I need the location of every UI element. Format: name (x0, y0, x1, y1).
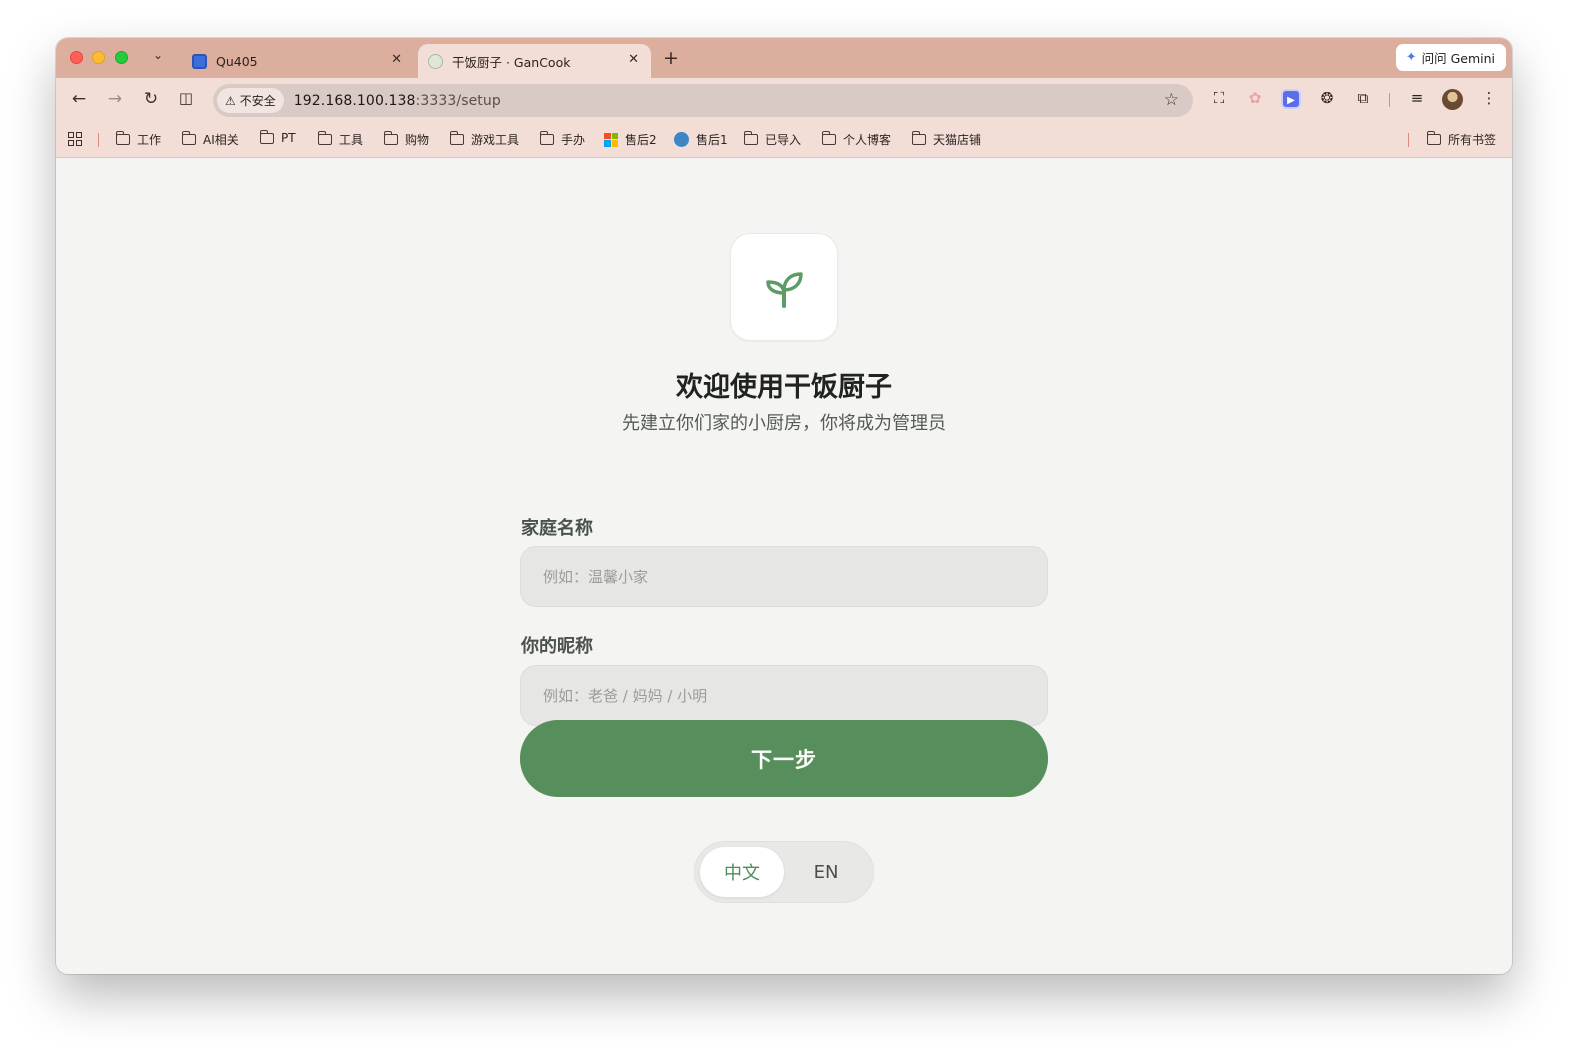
url-text[interactable]: 192.168.100.138:3333/setup (294, 93, 501, 109)
address-bar[interactable]: ⚠ 不安全 192.168.100.138:3333/setup ☆ (213, 84, 1193, 117)
close-window-button[interactable] (70, 51, 83, 64)
next-step-button[interactable]: 下一步 (520, 720, 1048, 797)
extensions-icon[interactable]: ⧉ (1353, 89, 1373, 109)
url-host: 192.168.100.138 (293, 92, 416, 109)
all-bookmarks-folder[interactable]: 所有书签 (1426, 131, 1497, 148)
app-logo (730, 233, 838, 341)
ask-gemini-button[interactable]: ✦ 问问 Gemini (1395, 44, 1506, 71)
folder-icon (115, 131, 130, 145)
bookmark-label: 天猫店铺 (933, 133, 982, 147)
sharepoint-icon (674, 132, 689, 147)
browser-toolbar: ← → ↻ ◫ ⚠ 不安全 192.168.100.138:3333/setup… (56, 78, 1512, 122)
bookmark-label: 游戏工具 (471, 133, 520, 147)
bookmark-folder[interactable]: 已导入 (743, 131, 802, 148)
qu405-favicon-icon (192, 53, 207, 69)
bookmark-folder[interactable]: PT (259, 129, 296, 145)
setup-page: 欢迎使用干饭厨子 先建立你们家的小厨房，你将成为管理员 家庭名称 你的昵称 下一… (56, 159, 1512, 974)
bookmark-folder[interactable]: 工具 (317, 131, 364, 148)
folder-icon (449, 131, 464, 145)
forward-icon[interactable]: → (105, 89, 125, 109)
tab-gancook[interactable]: 干饭厨子 · GanCook ✕ (418, 44, 651, 78)
tab-title: Qu405 (216, 53, 258, 69)
bookmark-label: 工作 (137, 133, 162, 147)
bookmarks-bar: 工作 AI相关 PT 工具 购物 游戏工具 手办 售后2 售后1 已导入 个人博… (56, 122, 1512, 158)
bookmark-folder[interactable]: 手办 (539, 131, 586, 148)
bookmark-label: 个人博客 (843, 133, 892, 147)
family-name-label: 家庭名称 (521, 518, 593, 539)
bookmark-folder[interactable]: 个人博客 (821, 131, 892, 148)
bookmark-link[interactable]: 售后2 (604, 131, 657, 148)
openai-extension-icon[interactable]: ❂ (1317, 89, 1337, 109)
new-tab-plus-icon[interactable]: + (663, 47, 679, 69)
page-title: 欢迎使用干饭厨子 (676, 372, 892, 403)
bookmark-label: 购物 (405, 133, 430, 147)
bookmark-label: 手办 (561, 133, 586, 147)
bookmark-label: PT (281, 131, 296, 145)
bookmark-star-icon[interactable]: ☆ (1164, 90, 1179, 110)
tab-qu405[interactable]: Qu405 ✕ (182, 44, 414, 78)
folder-icon (1426, 131, 1441, 145)
close-tab-icon[interactable]: ✕ (391, 52, 402, 67)
folder-icon (539, 131, 554, 145)
microsoft-logo-icon (604, 132, 618, 147)
security-label: 不安全 (239, 94, 276, 108)
pink-extension-icon[interactable]: ✿ (1245, 89, 1265, 109)
bookmark-label: 已导入 (765, 133, 802, 147)
back-icon[interactable]: ← (69, 89, 89, 109)
tab-strip: ⌄ Qu405 ✕ 干饭厨子 · GanCook ✕ + ✦ 问问 Gemini (56, 38, 1512, 78)
bookmarks-divider (1408, 133, 1409, 147)
bookmark-label: 售后1 (696, 133, 728, 147)
toolbar-divider (1389, 93, 1390, 107)
url-path: :3333/setup (415, 92, 501, 109)
bookmark-folder[interactable]: AI相关 (181, 131, 239, 148)
folder-icon (911, 131, 926, 145)
maximize-window-button[interactable] (115, 51, 128, 64)
folder-icon (383, 131, 398, 145)
tab-search-chevron-icon[interactable]: ⌄ (153, 48, 169, 66)
lang-option-zh[interactable]: 中文 (700, 847, 784, 897)
apps-grid-icon[interactable] (68, 132, 82, 146)
folder-icon (743, 131, 758, 145)
browser-window: ⌄ Qu405 ✕ 干饭厨子 · GanCook ✕ + ✦ 问问 Gemini… (56, 38, 1512, 974)
gancook-favicon-icon (428, 53, 443, 69)
nickname-label: 你的昵称 (521, 636, 593, 657)
minimize-window-button[interactable] (92, 51, 105, 64)
folder-icon (181, 131, 196, 145)
tab-title: 干饭厨子 · GanCook (452, 54, 571, 70)
bookmark-label: 所有书签 (1448, 133, 1497, 147)
folder-icon (821, 131, 836, 145)
bookmark-folder[interactable]: 工作 (115, 131, 162, 148)
profile-avatar[interactable] (1442, 89, 1463, 110)
folder-icon (317, 131, 332, 145)
family-name-input[interactable] (520, 546, 1048, 607)
nickname-input[interactable] (520, 665, 1048, 726)
gemini-label: 问问 Gemini (1421, 51, 1495, 66)
folder-icon (259, 129, 274, 144)
lang-option-en[interactable]: EN (784, 847, 868, 897)
reading-list-icon[interactable]: ≡ (1407, 89, 1427, 109)
bookmark-folder[interactable]: 游戏工具 (449, 131, 520, 148)
security-chip[interactable]: ⚠ 不安全 (217, 88, 284, 113)
bookmarks-divider (98, 133, 99, 147)
bookmark-label: AI相关 (203, 133, 239, 147)
bookmark-label: 售后2 (625, 133, 657, 147)
screenshot-extension-icon[interactable]: ⛶ (1209, 89, 1229, 109)
menu-icon[interactable]: ⋮ (1479, 89, 1499, 109)
page-subtitle: 先建立你们家的小厨房，你将成为管理员 (622, 413, 946, 434)
video-extension-icon[interactable]: ▶ (1281, 89, 1301, 109)
bookmark-folder[interactable]: 购物 (383, 131, 430, 148)
sprout-icon (766, 272, 803, 308)
bookmark-folder[interactable]: 天猫店铺 (911, 131, 982, 148)
split-view-icon[interactable]: ◫ (176, 89, 196, 107)
bookmark-label: 工具 (339, 133, 364, 147)
language-toggle: 中文 EN (694, 841, 874, 903)
warning-icon: ⚠ (225, 93, 236, 108)
bookmark-link[interactable]: 售后1 (674, 131, 728, 148)
close-tab-icon[interactable]: ✕ (628, 52, 639, 67)
reload-icon[interactable]: ↻ (141, 89, 161, 109)
gemini-sparkle-icon: ✦ (1405, 50, 1417, 65)
